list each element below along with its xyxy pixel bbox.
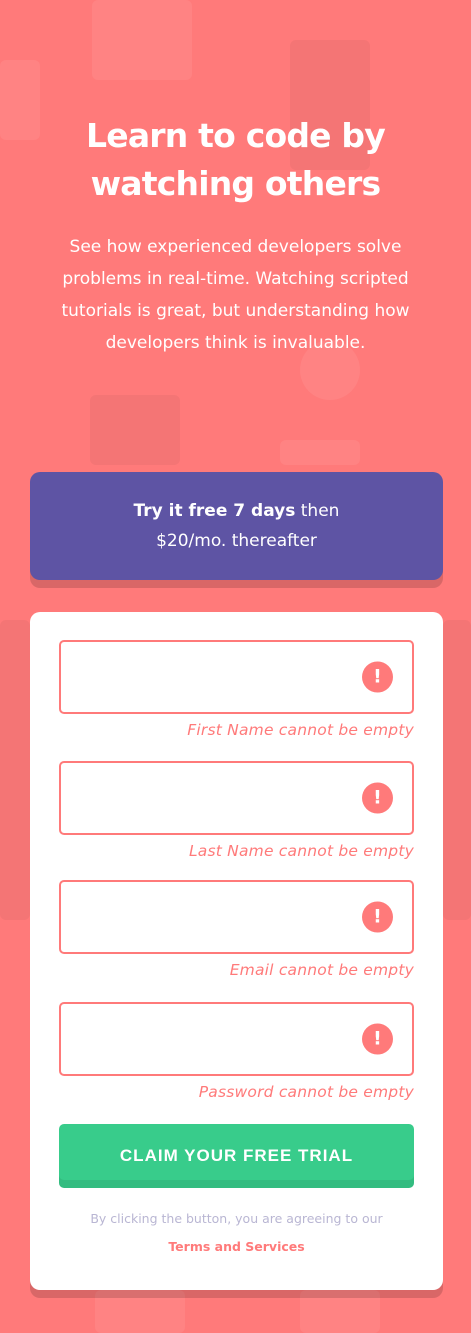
password-field-box: ! <box>59 1002 414 1076</box>
signup-form: ! First Name cannot be empty ! Last Name… <box>30 612 443 1290</box>
hero-title: Learn to code by watching others <box>86 116 386 203</box>
first-name-group: ! First Name cannot be empty <box>59 640 414 739</box>
last-name-field-box: ! <box>59 761 414 835</box>
email-group: ! Email cannot be empty <box>59 880 414 979</box>
email-field-box: ! <box>59 880 414 954</box>
error-icon: ! <box>362 1023 393 1055</box>
promo-text: Try it free 7 days then $20/mo. thereaft… <box>107 496 367 556</box>
password-error: Password cannot be empty <box>198 1083 414 1101</box>
password-group: ! Password cannot be empty <box>59 1002 414 1101</box>
first-name-field-box: ! <box>59 640 414 714</box>
terms-prefix: By clicking the button, you are agreeing… <box>90 1211 383 1226</box>
terms-link[interactable]: Terms and Services <box>168 1239 304 1254</box>
hero-description: See how experienced developers solve pro… <box>61 237 410 353</box>
last-name-error: Last Name cannot be empty <box>188 842 414 860</box>
last-name-group: ! Last Name cannot be empty <box>59 761 414 860</box>
error-icon: ! <box>362 782 393 814</box>
error-icon: ! <box>362 901 393 933</box>
terms-notice: By clicking the button, you are agreeing… <box>70 1205 403 1261</box>
last-name-input[interactable] <box>61 763 412 833</box>
email-input[interactable] <box>61 882 412 952</box>
password-input[interactable] <box>61 1004 412 1074</box>
promo-bold-text: Try it free 7 days <box>133 501 296 521</box>
error-icon: ! <box>362 661 393 693</box>
claim-free-trial-button[interactable]: CLAIM YOUR FREE TRIAL <box>59 1124 414 1188</box>
trial-promo-banner: Try it free 7 days then $20/mo. thereaft… <box>30 472 443 580</box>
first-name-input[interactable] <box>61 642 412 712</box>
first-name-error: First Name cannot be empty <box>187 721 414 739</box>
email-error: Email cannot be empty <box>229 961 414 979</box>
